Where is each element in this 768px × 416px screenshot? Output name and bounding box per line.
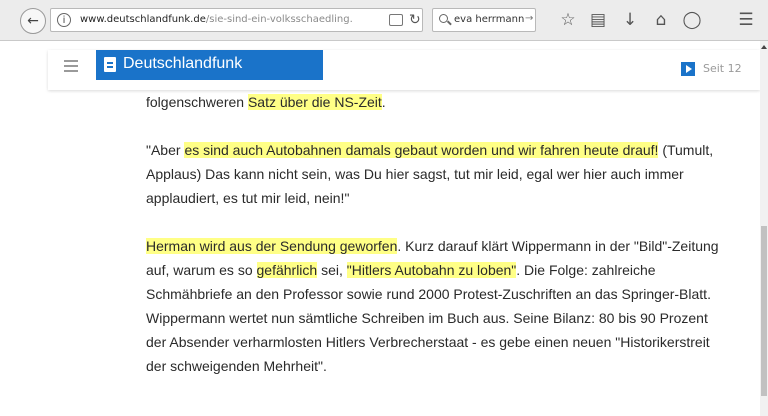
url-path: /sie-sind-ein-volksschaedling.	[205, 14, 353, 25]
highlight: gefährlich	[256, 262, 318, 278]
back-button[interactable]: ←	[20, 8, 46, 34]
back-arrow-icon: ←	[27, 13, 39, 29]
search-query[interactable]: eva herrmann	[454, 14, 524, 25]
home-icon[interactable]: ⌂	[649, 8, 673, 32]
browser-toolbar: ← i www.deutschlandfunk.de/sie-sind-ein-…	[0, 0, 768, 41]
article-paragraph: Herman wird aus der Sendung geworfen. Ku…	[146, 238, 719, 374]
brand-logo[interactable]: Deutschlandfunk	[96, 50, 323, 80]
url-bar[interactable]: i www.deutschlandfunk.de/sie-sind-ein-vo…	[50, 8, 423, 32]
highlight: "Hitlers Autobahn zu loben"	[346, 262, 517, 278]
hamburger-icon[interactable]	[64, 60, 78, 72]
article-paragraph: "Aber es sind auch Autobahnen damals geb…	[146, 142, 714, 206]
highlight: Herman wird aus der Sendung geworfen	[146, 238, 398, 254]
article-paragraph: folgenschweren Satz über die NS-Zeit.	[146, 94, 386, 110]
document-icon	[104, 57, 116, 72]
url-text[interactable]: www.deutschlandfunk.de/sie-sind-ein-volk…	[80, 14, 390, 25]
highlight: es sind auch Autobahnen damals gebaut wo…	[184, 142, 659, 158]
scrollbar[interactable]	[760, 41, 768, 416]
search-go-icon[interactable]: →	[525, 13, 533, 24]
scroll-up-icon[interactable]	[761, 45, 767, 49]
search-icon	[439, 14, 448, 23]
reader-view-icon[interactable]	[389, 14, 403, 26]
site-header: Deutschlandfunk Seit 12	[48, 50, 760, 90]
bookmark-star-icon[interactable]: ☆	[556, 8, 580, 32]
highlight: Satz über die NS-Zeit	[247, 94, 382, 110]
scroll-thumb[interactable]	[761, 226, 767, 396]
pocket-icon[interactable]: ◯	[680, 8, 704, 32]
download-icon[interactable]: ↓	[618, 8, 642, 32]
menu-icon[interactable]: ☰	[734, 8, 758, 32]
reading-list-icon[interactable]: ▤	[586, 8, 610, 32]
url-host: www.deutschlandfunk.de	[80, 14, 206, 25]
info-icon[interactable]: i	[57, 13, 71, 27]
page-indicator: Seit 12	[703, 62, 742, 75]
play-icon[interactable]	[681, 62, 695, 76]
reload-icon[interactable]: ↻	[409, 12, 421, 28]
brand-name: Deutschlandfunk	[123, 55, 243, 72]
search-bar[interactable]: eva herrmann →	[432, 8, 536, 32]
